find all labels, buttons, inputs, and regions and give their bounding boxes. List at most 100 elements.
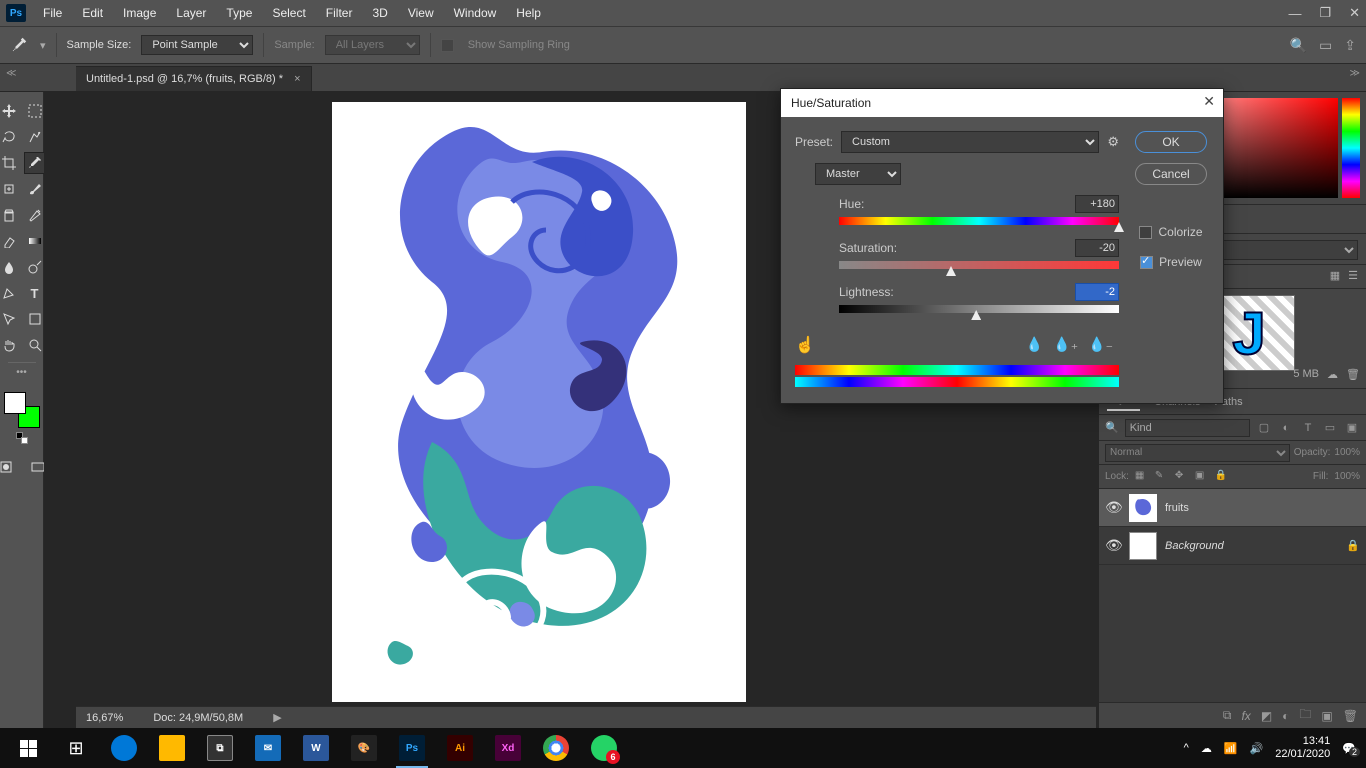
menu-layer[interactable]: Layer [167,2,215,24]
hand-tool[interactable] [0,334,20,356]
chrome-icon[interactable] [532,728,580,768]
crop-tool[interactable] [0,152,20,174]
explorer-icon[interactable] [148,728,196,768]
store-icon[interactable]: ⧉ [196,728,244,768]
zoom-tool[interactable] [24,334,46,356]
move-tool[interactable] [0,100,20,122]
lock-pixels-icon[interactable]: ▦ [1135,470,1149,484]
shape-filter-icon[interactable]: ▭ [1322,420,1338,436]
arrange-icon[interactable]: ▭ [1319,37,1332,54]
task-view-icon[interactable]: ⊞ [52,728,100,768]
lightness-slider[interactable] [839,305,1119,313]
grid-view-icon[interactable]: ▦ [1330,269,1340,284]
kind-filter[interactable]: Kind [1125,419,1250,437]
collapse-right-icon[interactable]: ≫ [1350,68,1360,79]
eyedropper-plus-icon[interactable]: 💧₊ [1053,336,1078,353]
lock-all-icon[interactable]: 🔒 [1215,470,1229,484]
menu-select[interactable]: Select [263,2,314,24]
status-more-icon[interactable]: ▶ [273,711,281,724]
mask-icon[interactable]: ◩ [1261,709,1272,723]
wifi-icon[interactable]: 📶 [1224,742,1238,755]
quickmask-tool[interactable] [0,456,17,478]
eyedropper-minus-icon[interactable]: 💧₋ [1088,336,1113,353]
default-colors-icon[interactable] [16,432,28,444]
smart-filter-icon[interactable]: ▣ [1344,420,1360,436]
window-restore-icon[interactable]: ❐ [1319,5,1331,21]
close-tab-icon[interactable]: × [294,73,300,85]
delete-icon[interactable]: 🗑 [1343,709,1358,723]
group-icon[interactable]: 🗀 [1299,705,1311,726]
fx-icon[interactable]: fx [1241,709,1250,723]
xd-icon[interactable]: Xd [484,728,532,768]
blend-mode-select[interactable]: Normal [1105,444,1290,462]
eyedropper-tool[interactable] [24,152,46,174]
close-icon[interactable]: ✕ [1203,93,1215,110]
onedrive-icon[interactable]: ☁ [1201,742,1212,755]
mail-icon[interactable]: ✉ [244,728,292,768]
menu-window[interactable]: Window [445,2,506,24]
visibility-icon[interactable]: 👁 [1105,499,1121,516]
menu-edit[interactable]: Edit [73,2,112,24]
pen-tool[interactable] [0,282,20,304]
window-close-icon[interactable]: ✕ [1349,5,1360,21]
opacity-value[interactable]: 100% [1334,447,1360,458]
marquee-tool[interactable] [24,100,46,122]
notifications-icon[interactable]: 💬2 [1342,742,1356,755]
trash-icon[interactable]: 🗑 [1346,368,1360,384]
type-tool[interactable]: T [24,282,46,304]
lasso-tool[interactable] [0,126,20,148]
lock-brush-icon[interactable]: ✎ [1155,470,1169,484]
menu-file[interactable]: File [34,2,71,24]
history-brush-tool[interactable] [24,204,46,226]
new-layer-icon[interactable]: ▣ [1321,709,1332,723]
whatsapp-icon[interactable]: 6 [580,728,628,768]
layer-thumb[interactable] [1129,494,1157,522]
scrubby-icon[interactable]: ☝ [795,335,815,355]
layer-background[interactable]: 👁 Background 🔒 [1099,527,1366,565]
foreground-color[interactable] [4,392,26,414]
healing-tool[interactable] [0,178,20,200]
collapse-left-icon[interactable]: ≪ [6,68,16,79]
lightness-input[interactable] [1075,283,1119,301]
sample-size-select[interactable]: Point Sample [141,35,253,55]
dialog-titlebar[interactable]: Hue/Saturation ✕ [781,89,1223,117]
word-icon[interactable]: W [292,728,340,768]
layer-name[interactable]: fruits [1165,502,1189,514]
window-minimize-icon[interactable]: — [1288,6,1301,21]
brush-tool[interactable] [24,178,46,200]
blur-tool[interactable] [0,256,20,278]
menu-filter[interactable]: Filter [317,2,362,24]
gradient-tool[interactable] [24,230,46,252]
adjustment-icon[interactable]: ◐ [1282,709,1289,723]
tray-chevron-icon[interactable]: ^ [1184,742,1189,754]
lock-artboard-icon[interactable]: ▣ [1195,470,1209,484]
dodge-tool[interactable] [24,256,46,278]
saturation-input[interactable] [1075,239,1119,257]
menu-view[interactable]: View [399,2,443,24]
preset-select[interactable]: Custom [841,131,1099,153]
shape-tool[interactable] [24,308,46,330]
cloud-icon[interactable]: ☁ [1327,368,1338,384]
hue-slider[interactable] [839,217,1119,225]
link-icon[interactable]: ⧉ [1223,708,1232,723]
lock-move-icon[interactable]: ✥ [1175,470,1189,484]
volume-icon[interactable]: 🔊 [1250,742,1264,755]
lock-icon[interactable]: 🔒 [1346,539,1360,552]
menu-type[interactable]: Type [217,2,261,24]
share-icon[interactable]: ⇪ [1344,37,1356,54]
colorize-checkbox[interactable] [1139,226,1152,239]
menu-image[interactable]: Image [114,2,165,24]
photoshop-icon[interactable]: Ps [388,728,436,768]
layer-thumb[interactable] [1129,532,1157,560]
menu-help[interactable]: Help [507,2,550,24]
show-ring-checkbox[interactable] [441,39,454,52]
cancel-button[interactable]: Cancel [1135,163,1207,185]
start-button[interactable] [4,728,52,768]
channel-select[interactable]: Master [815,163,901,185]
eyedropper-icon[interactable]: 💧 [1026,336,1043,353]
document-tab[interactable]: Untitled-1.psd @ 16,7% (fruits, RGB/8) *… [76,66,312,91]
color-swatches[interactable] [4,392,40,428]
quick-select-tool[interactable] [24,126,46,148]
hue-strip[interactable] [1342,98,1360,198]
saturation-slider[interactable] [839,261,1119,269]
